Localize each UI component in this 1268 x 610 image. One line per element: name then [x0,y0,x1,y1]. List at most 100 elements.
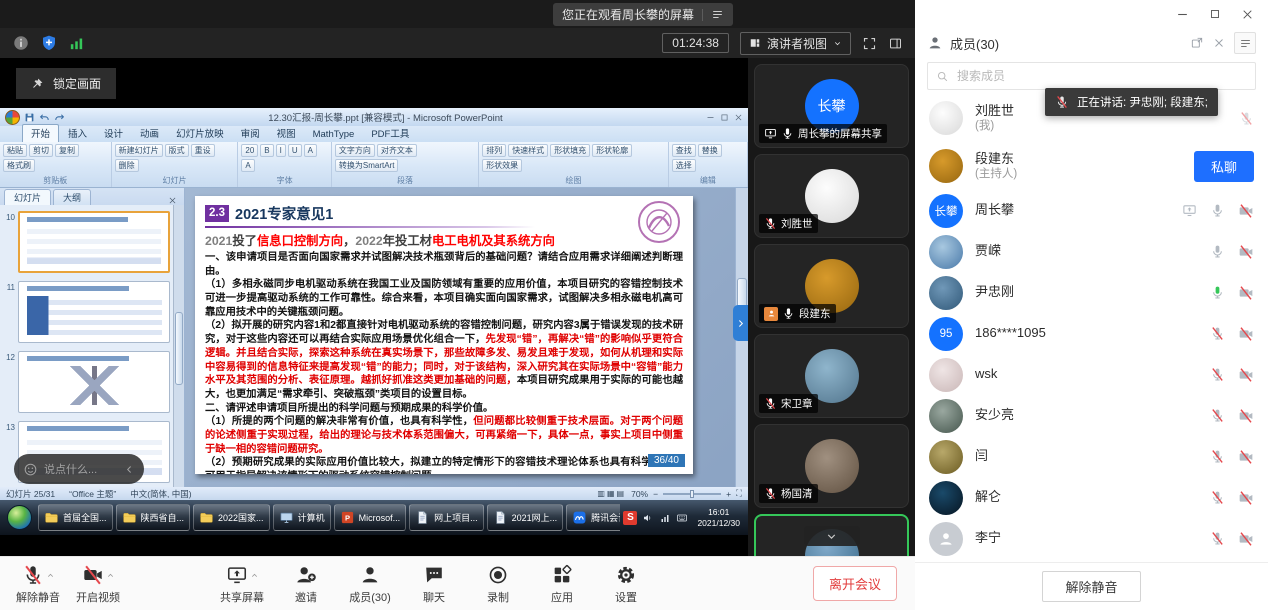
ppt-tab-1[interactable]: 插入 [60,125,95,142]
mic-icon[interactable] [1210,203,1225,218]
ribbon-button[interactable]: 20 [241,144,258,157]
ribbon-button[interactable]: 排列 [482,144,506,157]
leave-meeting-button[interactable]: 离开会议 [813,566,897,601]
ribbon-button[interactable]: 版式 [165,144,189,157]
search-input[interactable] [955,68,1247,84]
ppt-tab-3[interactable]: 动画 [132,125,167,142]
ribbon-button[interactable]: 剪切 [29,144,53,157]
tab-outline[interactable]: 大纲 [53,189,91,205]
toolbar-item-record[interactable]: 录制 [474,564,522,605]
member-row[interactable]: 尹忠刚 [915,272,1268,313]
ppt-tab-8[interactable]: PDF工具 [363,125,417,142]
private-chat-button[interactable]: 私聊 [1194,151,1254,182]
undo-icon[interactable] [39,112,50,123]
camera-off-icon[interactable] [1238,408,1254,424]
mic-muted-icon[interactable] [1210,408,1225,423]
ribbon-button[interactable]: 删除 [115,159,139,172]
camera-off-icon[interactable] [1238,203,1254,219]
ribbon-button[interactable]: 形状轮廓 [592,144,632,157]
quick-chat[interactable]: 说点什么... [14,454,144,484]
toolbar-item-cam-off[interactable]: 开启视频 [74,564,122,605]
toolbar-item-share[interactable]: 共享屏幕 [218,564,266,605]
ppt-tab-2[interactable]: 设计 [96,125,131,142]
member-row[interactable]: 段建东(主持人)私聊 [915,142,1268,190]
input-method-icon[interactable] [676,512,688,524]
slide-thumbnail[interactable]: 11 [2,281,170,343]
slide-thumbnail[interactable]: 12 [2,351,170,413]
member-row[interactable]: 李宁 [915,518,1268,559]
taskbar-item[interactable]: PMicrosof... [334,504,407,531]
camera-off-icon[interactable] [1238,449,1254,465]
taskbar-item[interactable]: 网上项目... [409,504,484,531]
ppt-close-icon[interactable] [734,113,743,122]
camera-off-icon[interactable] [1238,285,1254,301]
mic-muted-icon[interactable] [1210,449,1225,464]
tab-slides[interactable]: 幻灯片 [4,189,51,205]
thumbnail-scrollbar[interactable] [173,205,184,487]
zoom-slider[interactable] [663,493,721,495]
taskbar-item[interactable]: 腾讯会议 [566,504,620,531]
more-videos-button[interactable] [804,526,860,546]
camera-off-icon[interactable] [1238,531,1254,547]
redo-icon[interactable] [54,112,65,123]
ribbon-button[interactable]: I [276,144,286,157]
mic-muted-icon[interactable] [1210,531,1225,546]
ribbon-button[interactable]: 格式刷 [3,159,35,172]
start-button[interactable] [7,505,32,530]
member-row[interactable]: 闫 [915,436,1268,477]
taskbar-item[interactable]: 陕西省自... [116,504,191,531]
popout-panel-icon[interactable] [1190,36,1204,50]
ribbon-button[interactable]: 新建幻灯片 [115,144,163,157]
video-tile[interactable]: 刘胜世 [754,154,909,238]
sogou-tray-icon[interactable]: S [623,511,637,525]
ribbon-button[interactable]: 复制 [55,144,79,157]
camera-off-icon[interactable] [1238,367,1254,383]
meeting-info-icon[interactable] [12,34,30,52]
camera-off-icon[interactable] [1238,490,1254,506]
video-tile[interactable]: 宋卫章 [754,334,909,418]
ribbon-button[interactable]: 快速样式 [508,144,548,157]
slide-thumbnail[interactable]: 10 [2,211,170,273]
ppt-tab-7[interactable]: MathType [305,128,363,142]
ribbon-button[interactable]: A [304,144,317,157]
taskbar-item[interactable]: 首届全国... [38,504,113,531]
ppt-tab-4[interactable]: 幻灯片放映 [168,125,232,142]
camera-off-icon[interactable] [1238,326,1254,342]
minimize-button[interactable] [1176,8,1189,21]
network-icon[interactable] [659,512,671,524]
member-search[interactable] [927,62,1256,90]
toolbar-item-gear[interactable]: 设置 [602,564,650,605]
zoom-out-icon[interactable]: − [653,489,658,499]
ribbon-button[interactable]: 形状效果 [482,159,522,172]
ribbon-button[interactable]: 查找 [672,144,696,157]
member-row[interactable]: 安少亮 [915,395,1268,436]
toolbar-item-member[interactable]: 成员(30) [346,564,394,605]
member-row[interactable]: wsk [915,354,1268,395]
panel-close-icon[interactable] [165,196,180,205]
toolbar-item-apps[interactable]: 应用 [538,564,586,605]
ribbon-button[interactable]: 形状填充 [550,144,590,157]
taskbar-item[interactable]: 计算机 [273,504,331,531]
maximize-button[interactable] [1209,8,1221,20]
video-tile[interactable]: 杨国清 [754,424,909,508]
fullscreen-icon[interactable] [862,36,877,51]
toolbar-item-mic-off[interactable]: 解除静音 [14,564,62,605]
mic-icon[interactable] [1210,244,1225,259]
ribbon-button[interactable]: A [241,159,254,172]
mic-muted-icon[interactable] [1210,367,1225,382]
ribbon-button[interactable]: 文字方向 [335,144,375,157]
mic-active-icon[interactable] [1210,285,1225,300]
office-button[interactable] [5,110,20,125]
panel-menu-button[interactable] [1234,32,1256,54]
ppt-minimize-icon[interactable] [706,113,715,122]
member-row[interactable]: 长攀周长攀 [915,190,1268,231]
taskbar-clock[interactable]: 16:01 2021/12/30 [693,507,744,527]
ribbon-button[interactable]: U [288,144,302,157]
volume-icon[interactable] [642,512,654,524]
emoji-icon[interactable] [23,462,38,477]
unmute-button[interactable]: 解除静音 [1042,571,1140,602]
viewing-banner[interactable]: 您正在观看周长攀的屏幕 [553,3,733,26]
ribbon-button[interactable]: 重设 [191,144,215,157]
member-row[interactable]: 贾嵘 [915,231,1268,272]
save-icon[interactable] [24,112,35,123]
